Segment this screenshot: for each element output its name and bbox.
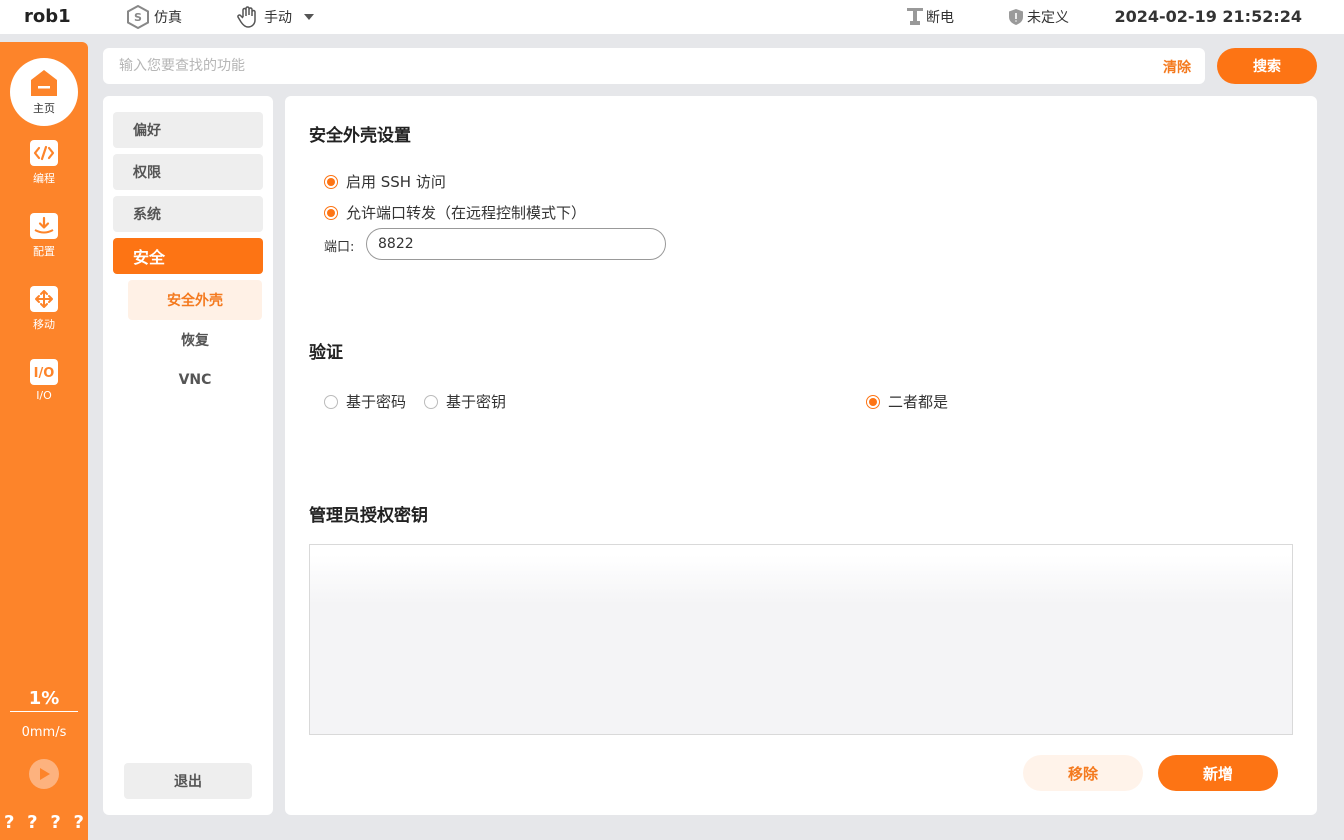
speed-percent[interactable]: 1% (10, 688, 78, 712)
rail-item-io[interactable]: I/O I/O (0, 359, 88, 402)
top-bar: rob1 S 仿真 手动 断电 未定义 2024-02-19 21:52:24 (0, 0, 1344, 34)
status-indicator[interactable]: ? (4, 812, 14, 833)
port-forward-label: 允许端口转发（在远程控制模式下） (346, 204, 587, 222)
auth-option-key[interactable]: 基于密钥 (424, 391, 506, 412)
svg-text:I/O: I/O (34, 366, 55, 380)
port-forward-option[interactable]: 允许端口转发（在远程控制模式下） (324, 202, 586, 223)
hand-icon (237, 6, 256, 28)
ssh-section-title: 安全外壳设置 (309, 126, 411, 146)
port-forward-radio[interactable] (324, 205, 338, 220)
auth-key-radio[interactable] (424, 394, 438, 409)
shield-icon (1009, 9, 1023, 25)
status-indicators: ? ? ? ? (4, 812, 88, 833)
code-icon (30, 140, 58, 166)
nav-sub-secure-shell[interactable]: 安全外壳 (128, 280, 262, 320)
left-rail: 主页 编程 配置 移动 I/O I/O 1% 0mm/s ? ? ? ? (0, 42, 88, 840)
robot-name: rob1 (24, 6, 71, 27)
mode-label: 手动 (264, 10, 292, 26)
simulation-icon: S (127, 5, 149, 29)
nav-sub-vnc[interactable]: VNC (128, 360, 262, 400)
enable-ssh-label: 启用 SSH 访问 (346, 173, 446, 191)
rail-item-label: 配置 (33, 245, 55, 258)
rail-item-label: I/O (36, 389, 52, 402)
exit-button[interactable]: 退出 (124, 763, 252, 799)
port-label: 端口: (324, 240, 355, 255)
auth-section-title: 验证 (309, 343, 343, 363)
rail-item-move[interactable]: 移动 (0, 286, 88, 332)
status-indicator[interactable]: ? (50, 812, 60, 833)
nav-item-permissions[interactable]: 权限 (113, 154, 263, 190)
svg-text:S: S (134, 11, 142, 24)
port-input[interactable] (366, 228, 666, 260)
authorized-keys-list[interactable] (309, 544, 1293, 735)
play-icon (40, 768, 50, 780)
nav-sub-restore[interactable]: 恢复 (128, 320, 262, 360)
search-box: 清除 (103, 48, 1205, 84)
home-button[interactable]: 主页 (10, 58, 78, 126)
speed-value: 0mm/s (21, 725, 67, 740)
power-status[interactable]: 断电 (906, 5, 954, 29)
simulation-toggle[interactable]: S 仿真 (126, 5, 182, 29)
auth-option-label: 基于密码 (346, 393, 407, 411)
auth-option-password[interactable]: 基于密码 (324, 391, 406, 412)
keys-section-title: 管理员授权密钥 (309, 506, 428, 526)
remove-button[interactable]: 移除 (1023, 755, 1143, 791)
status-indicator[interactable]: ? (27, 812, 37, 833)
simulation-label: 仿真 (154, 10, 182, 26)
rail-item-programming[interactable]: 编程 (0, 140, 88, 186)
io-icon: I/O (30, 359, 58, 385)
auth-both-radio[interactable] (866, 394, 880, 409)
auth-option-label: 二者都是 (888, 393, 949, 411)
search-input[interactable] (119, 56, 1119, 76)
play-button[interactable] (29, 759, 59, 789)
settings-nav: 偏好 权限 系统 安全 安全外壳 恢复 VNC 退出 (103, 96, 273, 815)
safety-status[interactable]: 未定义 (1008, 5, 1069, 29)
move-icon (30, 286, 58, 312)
rail-item-configuration[interactable]: 配置 (0, 213, 88, 259)
content-panel: 安全外壳设置 启用 SSH 访问 允许端口转发（在远程控制模式下） 端口: 验证… (285, 96, 1317, 815)
power-label: 断电 (926, 10, 954, 26)
auth-password-radio[interactable] (324, 394, 338, 409)
nav-item-security[interactable]: 安全 (113, 238, 263, 274)
home-icon (31, 70, 57, 96)
datetime: 2024-02-19 21:52:24 (1114, 7, 1302, 26)
enable-ssh-option[interactable]: 启用 SSH 访问 (324, 171, 446, 192)
nav-item-preferences[interactable]: 偏好 (113, 112, 263, 148)
rail-item-label: 编程 (33, 172, 55, 185)
caret-down-icon (304, 14, 314, 20)
clear-button[interactable]: 清除 (1163, 57, 1191, 77)
search-button[interactable]: 搜索 (1217, 48, 1317, 84)
nav-item-system[interactable]: 系统 (113, 196, 263, 232)
download-icon (30, 213, 58, 239)
rail-item-label: 移动 (33, 318, 55, 331)
auth-option-label: 基于密钥 (446, 393, 507, 411)
auth-option-both[interactable]: 二者都是 (866, 391, 948, 412)
mode-dropdown[interactable]: 手动 (236, 5, 320, 29)
robot-arm-icon (907, 8, 923, 25)
safety-label: 未定义 (1027, 10, 1069, 26)
add-button[interactable]: 新增 (1158, 755, 1278, 791)
status-indicator[interactable]: ? (74, 812, 84, 833)
enable-ssh-radio[interactable] (324, 174, 338, 189)
home-label: 主页 (33, 102, 55, 115)
